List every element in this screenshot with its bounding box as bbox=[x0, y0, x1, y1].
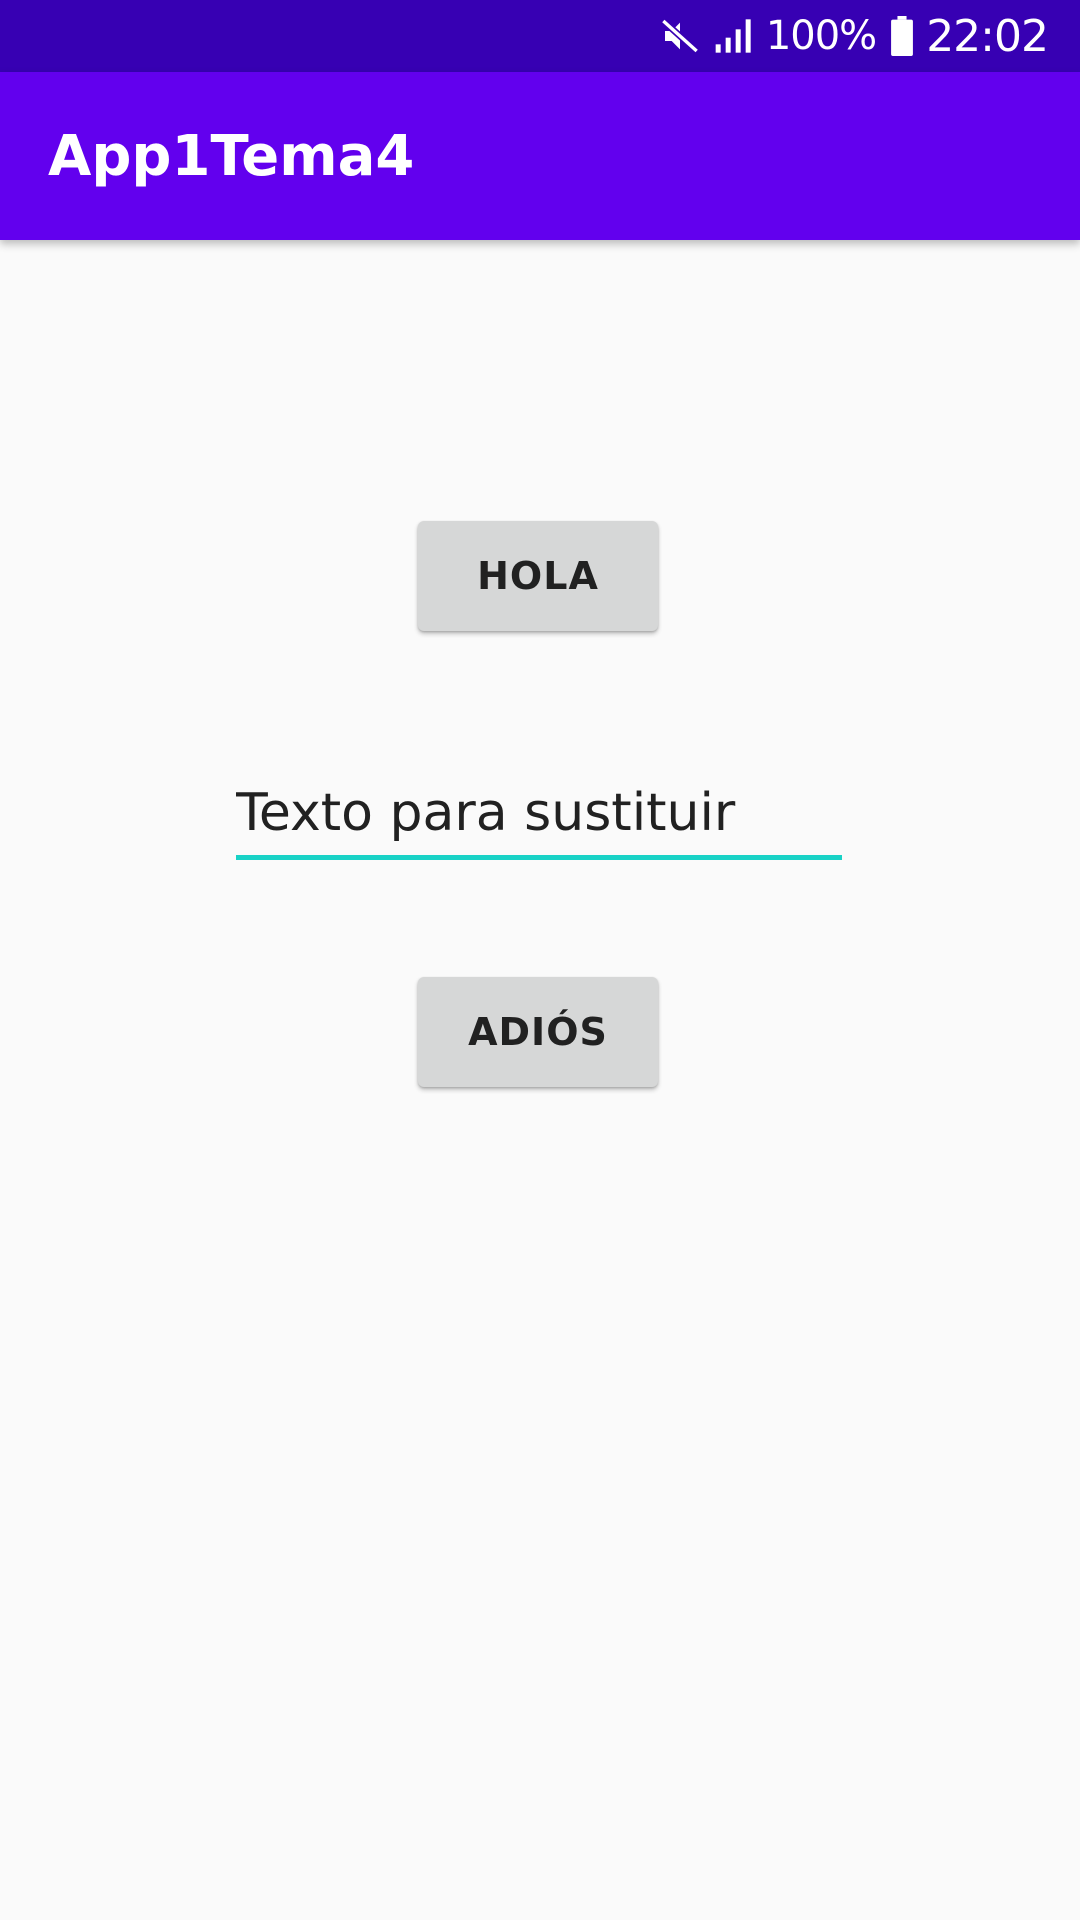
signal-icon bbox=[714, 16, 754, 56]
battery-level: 100% bbox=[765, 13, 877, 59]
app-title: App1Tema4 bbox=[48, 123, 415, 189]
text-field[interactable] bbox=[236, 770, 842, 860]
hola-button[interactable]: HOLA bbox=[418, 521, 658, 631]
screen: 100% 22:02 App1Tema4 HOLA ADIÓS bbox=[0, 0, 1080, 1920]
adios-button[interactable]: ADIÓS bbox=[418, 977, 658, 1087]
clock: 22:02 bbox=[926, 10, 1049, 62]
battery-icon bbox=[890, 16, 914, 56]
mute-icon bbox=[660, 16, 700, 56]
status-bar: 100% 22:02 bbox=[0, 0, 1080, 72]
app-bar: App1Tema4 bbox=[0, 72, 1080, 240]
